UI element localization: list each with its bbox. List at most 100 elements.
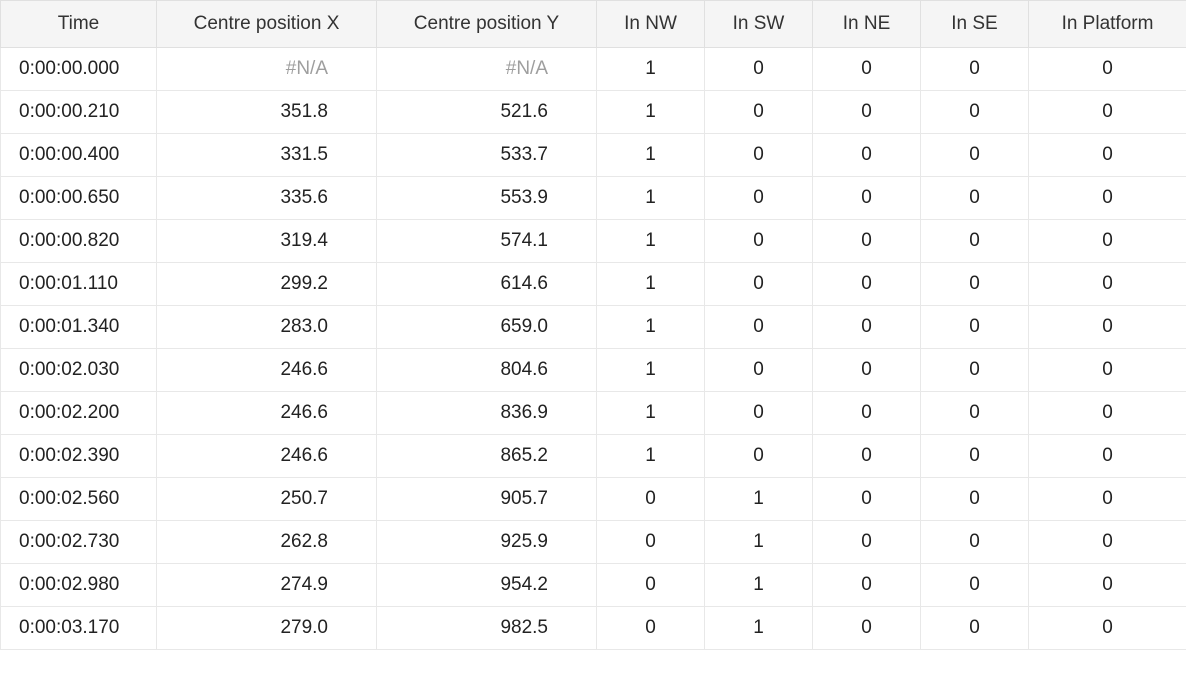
- cell-sw[interactable]: 0: [705, 392, 813, 435]
- cell-ne[interactable]: 0: [813, 607, 921, 650]
- cell-sw[interactable]: 1: [705, 607, 813, 650]
- cell-posx[interactable]: 299.2: [157, 263, 377, 306]
- cell-ne[interactable]: 0: [813, 220, 921, 263]
- table-row[interactable]: 0:00:01.110299.2614.610000: [1, 263, 1186, 306]
- cell-nw[interactable]: 1: [597, 48, 705, 91]
- cell-posx[interactable]: 283.0: [157, 306, 377, 349]
- cell-nw[interactable]: 0: [597, 521, 705, 564]
- cell-se[interactable]: 0: [921, 220, 1029, 263]
- col-header-sw[interactable]: In SW: [705, 1, 813, 48]
- cell-posx[interactable]: 246.6: [157, 392, 377, 435]
- cell-time[interactable]: 0:00:02.030: [1, 349, 157, 392]
- cell-posx[interactable]: 331.5: [157, 134, 377, 177]
- cell-plat[interactable]: 0: [1029, 91, 1186, 134]
- cell-nw[interactable]: 1: [597, 220, 705, 263]
- col-header-se[interactable]: In SE: [921, 1, 1029, 48]
- cell-plat[interactable]: 0: [1029, 306, 1186, 349]
- cell-sw[interactable]: 0: [705, 263, 813, 306]
- table-row[interactable]: 0:00:01.340283.0659.010000: [1, 306, 1186, 349]
- cell-ne[interactable]: 0: [813, 263, 921, 306]
- cell-ne[interactable]: 0: [813, 177, 921, 220]
- cell-posy[interactable]: 659.0: [377, 306, 597, 349]
- table-row[interactable]: 0:00:02.390246.6865.210000: [1, 435, 1186, 478]
- cell-nw[interactable]: 0: [597, 607, 705, 650]
- cell-se[interactable]: 0: [921, 263, 1029, 306]
- cell-posy[interactable]: 804.6: [377, 349, 597, 392]
- cell-ne[interactable]: 0: [813, 478, 921, 521]
- cell-nw[interactable]: 1: [597, 349, 705, 392]
- cell-time[interactable]: 0:00:03.170: [1, 607, 157, 650]
- cell-posx[interactable]: 351.8: [157, 91, 377, 134]
- cell-posx[interactable]: 319.4: [157, 220, 377, 263]
- col-header-plat[interactable]: In Platform: [1029, 1, 1186, 48]
- cell-sw[interactable]: 0: [705, 91, 813, 134]
- cell-plat[interactable]: 0: [1029, 607, 1186, 650]
- table-row[interactable]: 0:00:02.980274.9954.201000: [1, 564, 1186, 607]
- col-header-posy[interactable]: Centre position Y: [377, 1, 597, 48]
- cell-time[interactable]: 0:00:00.000: [1, 48, 157, 91]
- cell-posy[interactable]: 521.6: [377, 91, 597, 134]
- cell-nw[interactable]: 1: [597, 177, 705, 220]
- cell-plat[interactable]: 0: [1029, 478, 1186, 521]
- cell-plat[interactable]: 0: [1029, 220, 1186, 263]
- cell-nw[interactable]: 0: [597, 564, 705, 607]
- cell-nw[interactable]: 0: [597, 478, 705, 521]
- cell-plat[interactable]: 0: [1029, 435, 1186, 478]
- cell-nw[interactable]: 1: [597, 91, 705, 134]
- cell-posy[interactable]: 574.1: [377, 220, 597, 263]
- cell-time[interactable]: 0:00:00.650: [1, 177, 157, 220]
- cell-time[interactable]: 0:00:00.400: [1, 134, 157, 177]
- cell-sw[interactable]: 0: [705, 48, 813, 91]
- cell-se[interactable]: 0: [921, 177, 1029, 220]
- cell-se[interactable]: 0: [921, 91, 1029, 134]
- cell-posy[interactable]: 982.5: [377, 607, 597, 650]
- cell-posx[interactable]: 279.0: [157, 607, 377, 650]
- cell-plat[interactable]: 0: [1029, 177, 1186, 220]
- cell-posy[interactable]: 553.9: [377, 177, 597, 220]
- cell-ne[interactable]: 0: [813, 349, 921, 392]
- cell-posy[interactable]: 954.2: [377, 564, 597, 607]
- cell-sw[interactable]: 0: [705, 435, 813, 478]
- cell-ne[interactable]: 0: [813, 91, 921, 134]
- cell-nw[interactable]: 1: [597, 392, 705, 435]
- cell-plat[interactable]: 0: [1029, 263, 1186, 306]
- table-row[interactable]: 0:00:02.200246.6836.910000: [1, 392, 1186, 435]
- cell-posx[interactable]: 250.7: [157, 478, 377, 521]
- col-header-nw[interactable]: In NW: [597, 1, 705, 48]
- cell-ne[interactable]: 0: [813, 521, 921, 564]
- cell-sw[interactable]: 0: [705, 220, 813, 263]
- cell-posx[interactable]: 246.6: [157, 435, 377, 478]
- cell-se[interactable]: 0: [921, 564, 1029, 607]
- cell-sw[interactable]: 0: [705, 306, 813, 349]
- col-header-ne[interactable]: In NE: [813, 1, 921, 48]
- table-row[interactable]: 0:00:03.170279.0982.501000: [1, 607, 1186, 650]
- cell-time[interactable]: 0:00:01.340: [1, 306, 157, 349]
- cell-se[interactable]: 0: [921, 435, 1029, 478]
- cell-ne[interactable]: 0: [813, 134, 921, 177]
- cell-posx[interactable]: 262.8: [157, 521, 377, 564]
- cell-time[interactable]: 0:00:02.560: [1, 478, 157, 521]
- table-row[interactable]: 0:00:02.030246.6804.610000: [1, 349, 1186, 392]
- table-row[interactable]: 0:00:02.560250.7905.701000: [1, 478, 1186, 521]
- cell-plat[interactable]: 0: [1029, 392, 1186, 435]
- cell-posy[interactable]: #N/A: [377, 48, 597, 91]
- cell-time[interactable]: 0:00:02.980: [1, 564, 157, 607]
- cell-posx[interactable]: 335.6: [157, 177, 377, 220]
- cell-se[interactable]: 0: [921, 478, 1029, 521]
- table-row[interactable]: 0:00:00.210351.8521.610000: [1, 91, 1186, 134]
- table-row[interactable]: 0:00:00.820319.4574.110000: [1, 220, 1186, 263]
- cell-posx[interactable]: #N/A: [157, 48, 377, 91]
- table-row[interactable]: 0:00:02.730262.8925.901000: [1, 521, 1186, 564]
- cell-posx[interactable]: 246.6: [157, 349, 377, 392]
- cell-ne[interactable]: 0: [813, 435, 921, 478]
- cell-ne[interactable]: 0: [813, 48, 921, 91]
- cell-time[interactable]: 0:00:02.730: [1, 521, 157, 564]
- cell-posy[interactable]: 614.6: [377, 263, 597, 306]
- cell-sw[interactable]: 0: [705, 349, 813, 392]
- cell-time[interactable]: 0:00:00.820: [1, 220, 157, 263]
- cell-se[interactable]: 0: [921, 607, 1029, 650]
- col-header-time[interactable]: Time: [1, 1, 157, 48]
- cell-time[interactable]: 0:00:02.390: [1, 435, 157, 478]
- cell-plat[interactable]: 0: [1029, 521, 1186, 564]
- table-row[interactable]: 0:00:00.000#N/A#N/A10000: [1, 48, 1186, 91]
